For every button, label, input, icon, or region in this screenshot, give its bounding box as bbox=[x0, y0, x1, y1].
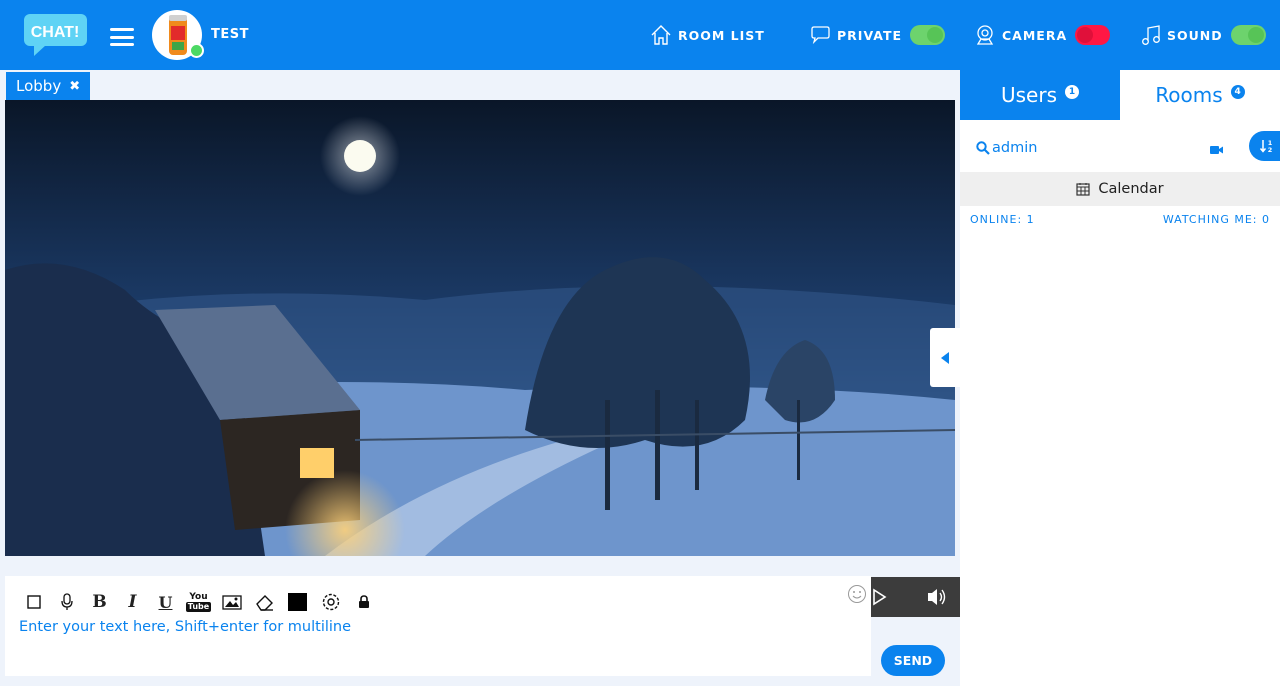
logo-text: CHAT! bbox=[31, 24, 80, 41]
room-list-button[interactable]: ROOM LIST bbox=[650, 22, 765, 48]
camera-toggle[interactable] bbox=[1075, 25, 1111, 45]
search-input[interactable] bbox=[992, 140, 1162, 156]
microphone-icon[interactable] bbox=[50, 590, 83, 614]
online-status-dot bbox=[189, 43, 204, 58]
music-note-icon bbox=[1142, 25, 1160, 45]
search-icon bbox=[976, 141, 990, 155]
italic-icon[interactable]: I bbox=[116, 590, 149, 614]
play-icon[interactable] bbox=[873, 588, 887, 606]
sort-icon: 1 2 bbox=[1259, 139, 1273, 154]
youtube-bottom-text: Tube bbox=[185, 601, 212, 612]
user-stats: ONLINE: 1 WATCHING ME: 0 bbox=[970, 213, 1270, 226]
room-tab-lobby[interactable]: Lobby ✖ bbox=[6, 72, 91, 100]
watching-count: WATCHING ME: 0 bbox=[1162, 213, 1270, 226]
svg-text:2: 2 bbox=[1268, 146, 1273, 154]
collapse-sidebar-button[interactable] bbox=[930, 328, 960, 387]
caret-left-icon bbox=[941, 351, 949, 364]
users-count-badge: 1 bbox=[1065, 85, 1079, 99]
tab-rooms[interactable]: Rooms 4 bbox=[1120, 70, 1280, 120]
sort-button[interactable]: 1 2 bbox=[1249, 131, 1280, 161]
sound-label: SOUND bbox=[1167, 27, 1223, 43]
tab-users-label: Users bbox=[1000, 83, 1057, 107]
video-camera-icon[interactable] bbox=[1210, 140, 1224, 159]
youtube-icon[interactable]: You Tube bbox=[182, 590, 215, 614]
private-toggle-group[interactable]: PRIVATE bbox=[809, 22, 946, 48]
top-bar: CHAT! TEST ROOM LIST PRIVATE CAMERA SOUN… bbox=[0, 0, 1280, 70]
camera-toggle-group[interactable]: CAMERA bbox=[974, 22, 1111, 48]
calendar-button[interactable]: Calendar bbox=[960, 172, 1280, 206]
sound-toggle-group[interactable]: SOUND bbox=[1141, 22, 1266, 48]
rooms-count-badge: 4 bbox=[1230, 85, 1245, 99]
room-tab-label: Lobby bbox=[16, 77, 62, 95]
room-list-label: ROOM LIST bbox=[678, 27, 765, 43]
menu-icon[interactable] bbox=[110, 28, 134, 46]
username: TEST bbox=[211, 27, 249, 42]
bold-icon[interactable]: B bbox=[83, 590, 116, 614]
room-background-image bbox=[5, 100, 955, 556]
chat-logo[interactable]: CHAT! bbox=[24, 14, 88, 56]
tab-users[interactable]: Users 1 bbox=[960, 70, 1120, 120]
calendar-icon bbox=[1076, 183, 1090, 196]
media-controls bbox=[871, 577, 960, 617]
smiley-icon[interactable] bbox=[847, 584, 867, 608]
square-icon[interactable] bbox=[17, 590, 50, 614]
eraser-icon[interactable] bbox=[248, 590, 281, 614]
sound-toggle[interactable] bbox=[1230, 25, 1266, 45]
avatar[interactable] bbox=[152, 10, 204, 60]
settings-icon[interactable] bbox=[314, 590, 347, 614]
formatting-toolbar: B I U You Tube bbox=[17, 590, 380, 614]
tab-rooms-label: Rooms bbox=[1155, 83, 1223, 107]
message-input[interactable] bbox=[17, 618, 841, 636]
image-icon[interactable] bbox=[215, 590, 248, 614]
underline-icon[interactable]: U bbox=[149, 590, 182, 614]
camera-label: CAMERA bbox=[1002, 27, 1068, 43]
send-button[interactable]: SEND bbox=[881, 645, 945, 676]
lock-icon[interactable] bbox=[347, 590, 380, 614]
speech-bubble-icon bbox=[811, 26, 830, 45]
calendar-label: Calendar bbox=[1098, 181, 1164, 197]
user-search bbox=[976, 136, 1176, 160]
volume-icon[interactable] bbox=[928, 589, 946, 605]
room-tab-bar: Lobby ✖ bbox=[0, 70, 960, 100]
youtube-top-text: You bbox=[189, 591, 208, 602]
color-swatch-box bbox=[288, 593, 307, 611]
webcam-icon bbox=[976, 25, 994, 45]
private-label: PRIVATE bbox=[837, 27, 903, 43]
private-toggle[interactable] bbox=[910, 25, 946, 45]
sidebar: Users 1 Rooms 4 1 2 Calendar ONLINE: 1 W… bbox=[960, 70, 1280, 686]
color-swatch[interactable] bbox=[281, 590, 314, 614]
close-icon[interactable]: ✖ bbox=[69, 79, 80, 94]
home-icon bbox=[651, 25, 671, 45]
message-composer: B I U You Tube bbox=[5, 576, 871, 676]
online-count: ONLINE: 1 bbox=[970, 213, 1035, 226]
